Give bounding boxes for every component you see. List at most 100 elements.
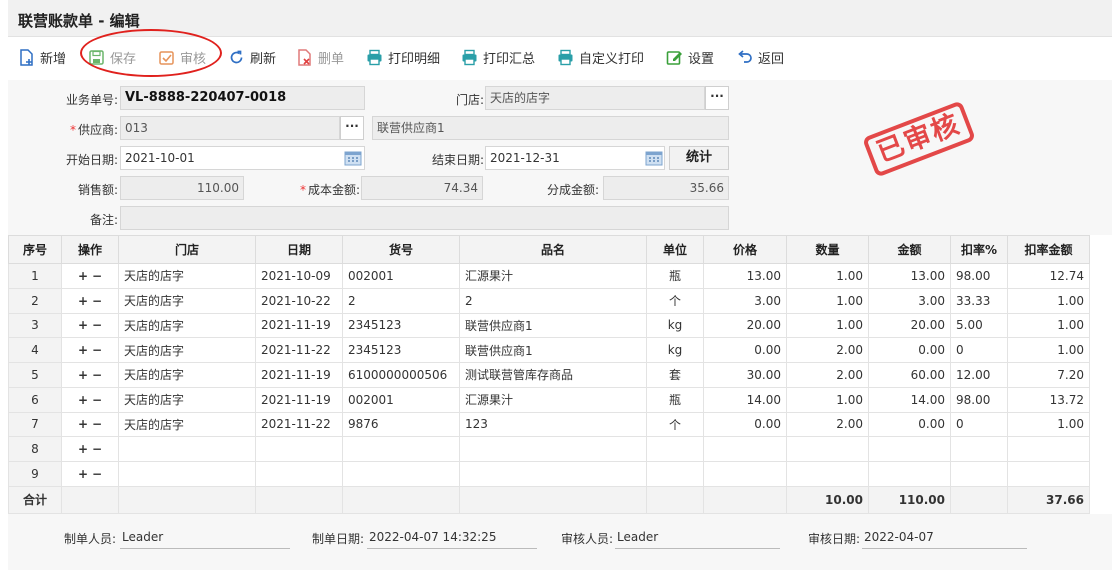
cell-date[interactable]: 2021-11-22 bbox=[255, 411, 343, 438]
remove-row-icon[interactable]: − bbox=[92, 368, 102, 382]
cell-rate[interactable]: 12.00 bbox=[950, 362, 1008, 388]
settings-button[interactable]: 设置 bbox=[666, 47, 714, 67]
cell-unit[interactable]: 套 bbox=[646, 362, 704, 388]
remark-field[interactable] bbox=[120, 206, 729, 230]
cell-amount[interactable]: 20.00 bbox=[868, 312, 951, 339]
cell-amount[interactable]: 13.00 bbox=[868, 263, 951, 289]
cell-amount[interactable] bbox=[868, 436, 951, 462]
store-picker-button[interactable]: ··· bbox=[705, 86, 729, 110]
cell-date[interactable] bbox=[255, 461, 343, 487]
cell-name[interactable]: 汇源果汁 bbox=[459, 263, 647, 289]
print-detail-button[interactable]: 打印明细 bbox=[366, 47, 440, 67]
cell-name[interactable] bbox=[459, 461, 647, 487]
cell-rate[interactable] bbox=[950, 461, 1008, 487]
add-button[interactable]: 新增 bbox=[18, 47, 66, 67]
cell-amount[interactable]: 14.00 bbox=[868, 386, 951, 413]
cell-unit[interactable] bbox=[646, 436, 704, 462]
cell-code[interactable] bbox=[342, 461, 460, 487]
cell-qty[interactable] bbox=[786, 436, 869, 462]
col-header[interactable]: 品名 bbox=[459, 235, 647, 264]
cell-rate-amount[interactable]: 13.72 bbox=[1007, 386, 1090, 413]
calendar-icon[interactable] bbox=[344, 150, 362, 166]
cell-price[interactable]: 0.00 bbox=[703, 337, 787, 363]
cost-field[interactable]: 74.34 bbox=[361, 176, 483, 200]
remove-row-icon[interactable]: − bbox=[92, 467, 102, 481]
cell-store[interactable]: 天店的店字 bbox=[118, 411, 256, 438]
cell-store[interactable]: 天店的店字 bbox=[118, 287, 256, 314]
cell-price[interactable]: 13.00 bbox=[703, 263, 787, 289]
start-date-field[interactable]: 2021-10-01 bbox=[120, 146, 365, 170]
cell-store[interactable]: 天店的店字 bbox=[118, 386, 256, 413]
cell-date[interactable]: 2021-10-09 bbox=[255, 263, 343, 289]
back-button[interactable]: 返回 bbox=[736, 47, 784, 67]
calendar-icon[interactable] bbox=[645, 150, 663, 166]
sales-field[interactable]: 110.00 bbox=[120, 176, 244, 200]
cell-name[interactable]: 123 bbox=[459, 411, 647, 438]
cell-date[interactable]: 2021-10-22 bbox=[255, 287, 343, 314]
cell-name[interactable]: 汇源果汁 bbox=[459, 386, 647, 413]
cell-store[interactable]: 天店的店字 bbox=[118, 362, 256, 388]
col-header[interactable]: 价格 bbox=[703, 235, 787, 264]
table-row[interactable]: 4 + − 天店的店字 2021-11-22 2345123 联营供应商1 kg 0.00 2.0… bbox=[8, 337, 1090, 363]
cell-code[interactable]: 2345123 bbox=[342, 337, 460, 363]
col-header[interactable]: 扣率% bbox=[950, 235, 1008, 264]
remove-row-icon[interactable]: − bbox=[92, 294, 102, 308]
stat-button[interactable]: 统计 bbox=[669, 146, 729, 170]
cell-unit[interactable]: kg bbox=[646, 312, 704, 339]
add-row-icon[interactable]: + bbox=[78, 294, 88, 308]
add-row-icon[interactable]: + bbox=[78, 393, 88, 407]
cell-date[interactable]: 2021-11-19 bbox=[255, 362, 343, 388]
custom-print-button[interactable]: 自定义打印 bbox=[557, 47, 644, 67]
cell-price[interactable] bbox=[703, 461, 787, 487]
col-header[interactable]: 序号 bbox=[8, 235, 62, 264]
col-header[interactable]: 扣率金额 bbox=[1007, 235, 1090, 264]
supplier-code-field[interactable]: 013 bbox=[120, 116, 340, 140]
table-row[interactable]: 8 + − bbox=[8, 436, 1090, 462]
cell-amount[interactable]: 60.00 bbox=[868, 362, 951, 388]
cell-store[interactable] bbox=[118, 436, 256, 462]
col-header[interactable]: 货号 bbox=[342, 235, 460, 264]
remove-row-icon[interactable]: − bbox=[92, 269, 102, 283]
cell-rate[interactable]: 98.00 bbox=[950, 263, 1008, 289]
cell-amount[interactable]: 0.00 bbox=[868, 337, 951, 363]
cell-price[interactable]: 3.00 bbox=[703, 287, 787, 314]
save-button[interactable]: 保存 bbox=[88, 47, 136, 67]
remove-row-icon[interactable]: − bbox=[92, 417, 102, 431]
cell-name[interactable] bbox=[459, 436, 647, 462]
cell-amount[interactable]: 0.00 bbox=[868, 411, 951, 438]
delete-doc-button[interactable]: 删单 bbox=[296, 47, 344, 67]
cell-rate-amount[interactable] bbox=[1007, 461, 1090, 487]
cell-qty[interactable]: 2.00 bbox=[786, 362, 869, 388]
remove-row-icon[interactable]: − bbox=[92, 393, 102, 407]
cell-price[interactable]: 30.00 bbox=[703, 362, 787, 388]
cell-qty[interactable] bbox=[786, 461, 869, 487]
cell-unit[interactable]: 个 bbox=[646, 287, 704, 314]
cell-code[interactable]: 9876 bbox=[342, 411, 460, 438]
refresh-button[interactable]: 刷新 bbox=[228, 47, 276, 67]
cell-unit[interactable]: 个 bbox=[646, 411, 704, 438]
cell-date[interactable]: 2021-11-19 bbox=[255, 386, 343, 413]
col-header[interactable]: 日期 bbox=[255, 235, 343, 264]
cell-unit[interactable] bbox=[646, 461, 704, 487]
cell-rate[interactable]: 98.00 bbox=[950, 386, 1008, 413]
audit-button[interactable]: 审核 bbox=[158, 47, 206, 67]
cell-rate-amount[interactable]: 12.74 bbox=[1007, 263, 1090, 289]
remove-row-icon[interactable]: − bbox=[92, 318, 102, 332]
cell-store[interactable]: 天店的店字 bbox=[118, 312, 256, 339]
cell-rate-amount[interactable]: 1.00 bbox=[1007, 287, 1090, 314]
remove-row-icon[interactable]: − bbox=[92, 343, 102, 357]
cell-amount[interactable]: 3.00 bbox=[868, 287, 951, 314]
cell-unit[interactable]: 瓶 bbox=[646, 386, 704, 413]
table-row[interactable]: 5 + − 天店的店字 2021-11-19 6100000000506 测试联营管库存商品… bbox=[8, 362, 1090, 388]
cell-rate-amount[interactable]: 1.00 bbox=[1007, 337, 1090, 363]
col-header[interactable]: 数量 bbox=[786, 235, 869, 264]
add-row-icon[interactable]: + bbox=[78, 368, 88, 382]
cell-code[interactable]: 002001 bbox=[342, 386, 460, 413]
cell-rate-amount[interactable] bbox=[1007, 436, 1090, 462]
table-row[interactable]: 6 + − 天店的店字 2021-11-19 002001 汇源果汁瓶 14.00 1.00 14… bbox=[8, 386, 1090, 413]
cell-code[interactable]: 002001 bbox=[342, 263, 460, 289]
cell-qty[interactable]: 1.00 bbox=[786, 386, 869, 413]
store-field[interactable]: 天店的店字 bbox=[485, 86, 705, 110]
col-header[interactable]: 操作 bbox=[61, 235, 119, 264]
cell-price[interactable] bbox=[703, 436, 787, 462]
